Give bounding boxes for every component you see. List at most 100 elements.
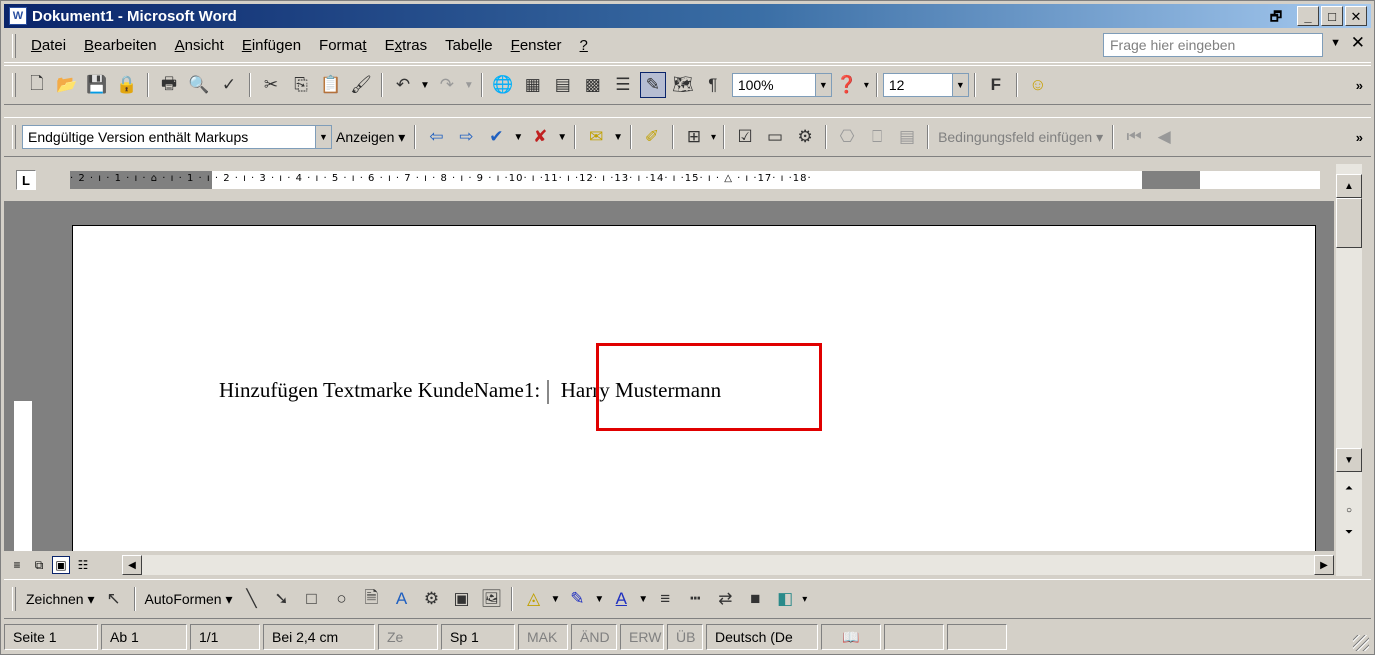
header-footer-icon[interactable]: ⎔ (834, 124, 860, 150)
close-button[interactable]: ✕ (1345, 6, 1367, 26)
new-document-icon[interactable]: 🗋 (24, 72, 50, 98)
help-search-input[interactable]: Frage hier eingeben (1103, 33, 1323, 57)
menu-format[interactable]: Format (310, 37, 376, 54)
font-color-icon[interactable]: A (608, 586, 634, 612)
arrow-style-icon[interactable]: ⇄ (712, 586, 738, 612)
document-close-icon[interactable]: ✕ (1351, 33, 1365, 53)
diagram-icon[interactable]: ⚙ (418, 586, 444, 612)
autoshapes-button[interactable]: AutoFormen ▾ (145, 591, 233, 608)
next-page-icon[interactable]: ⏷ (1336, 520, 1362, 544)
undo-icon[interactable]: ↶ (390, 72, 416, 98)
toolbar-overflow-icon[interactable]: » (1356, 78, 1363, 93)
more-icon[interactable]: ▾ (711, 132, 716, 143)
open-folder-icon[interactable]: 📂 (54, 72, 80, 98)
dash-style-icon[interactable]: ┅ (682, 586, 708, 612)
smiley-icon[interactable]: ☺ (1025, 72, 1051, 98)
oval-icon[interactable]: ○ (328, 586, 354, 612)
insert-field-icon[interactable]: ⎕ (864, 124, 890, 150)
scroll-down-button[interactable]: ▼ (1336, 448, 1362, 472)
scroll-left-button[interactable]: ◀ (122, 555, 142, 575)
arrow-icon[interactable]: ➘ (268, 586, 294, 612)
doc-restore-button[interactable]: 🗗 (1265, 6, 1287, 26)
font-color-dropdown-icon[interactable]: ▼ (638, 594, 648, 605)
menu-fenster[interactable]: Fenster (502, 37, 571, 54)
toolbar-grip[interactable] (12, 587, 16, 611)
status-language[interactable]: Deutsch (De (706, 624, 818, 650)
print-preview-icon[interactable]: 🔍 (186, 72, 212, 98)
drawing-icon[interactable]: ✎ (639, 72, 666, 98)
previous-page-icon[interactable]: ⏶ (1336, 476, 1362, 500)
menu-ansicht[interactable]: Ansicht (166, 37, 233, 54)
reject-dropdown-icon[interactable]: ▼ (557, 132, 567, 143)
menu-einfuegen[interactable]: Einfügen (233, 37, 310, 54)
scroll-right-button[interactable]: ▶ (1314, 555, 1334, 575)
font-size-select[interactable]: 12 ▼ (882, 73, 969, 97)
reviewing-pane-icon[interactable]: ⊞ (681, 124, 707, 150)
paste-icon[interactable]: 📋 (318, 72, 344, 98)
previous-record-icon[interactable]: ◀ (1151, 124, 1177, 150)
display-for-review-select[interactable]: Endgültige Version enthält Markups ▼ (22, 125, 332, 149)
zoom-select[interactable]: 100% ▼ (731, 73, 832, 97)
3d-icon[interactable]: ◧ (772, 586, 798, 612)
menu-datei[interactable]: Datei (22, 37, 75, 54)
show-menu-button[interactable]: Anzeigen ▾ (336, 129, 405, 146)
cut-icon[interactable]: ✂ (258, 72, 284, 98)
insert-excel-icon[interactable]: ▩ (580, 72, 606, 98)
select-objects-icon[interactable]: ↖ (101, 586, 127, 612)
select-browse-object-icon[interactable]: ○ (1336, 498, 1362, 522)
document-map-icon[interactable]: 🗺 (670, 72, 696, 98)
insert-comment-icon[interactable]: ✉ (583, 124, 609, 150)
shadow-icon[interactable]: ■ (742, 586, 768, 612)
accept-dropdown-icon[interactable]: ▼ (513, 132, 523, 143)
format-painter-icon[interactable]: 🖌 (348, 72, 374, 98)
scroll-thumb[interactable] (1336, 198, 1362, 248)
chevron-down-icon[interactable]: ▼ (315, 126, 331, 148)
menu-extras[interactable]: Extras (376, 37, 437, 54)
line-style-icon[interactable]: ≡ (652, 586, 678, 612)
line-icon[interactable]: ╲ (238, 586, 264, 612)
form-field-icon[interactable]: ☑ (732, 124, 758, 150)
help-icon[interactable]: ❓ (834, 72, 860, 98)
toolbar-overflow-icon[interactable]: » (1356, 130, 1363, 145)
insert-conditional-field-button[interactable]: Bedingungsfeld einfügen ▾ (938, 129, 1103, 146)
line-color-icon[interactable]: ✎ (564, 586, 590, 612)
maximize-button[interactable]: □ (1321, 6, 1343, 26)
outline-view-icon[interactable]: ☷ (74, 556, 92, 574)
comment-dropdown-icon[interactable]: ▼ (613, 132, 623, 143)
menu-bearbeiten[interactable]: Bearbeiten (75, 37, 166, 54)
draw-menu-button[interactable]: Zeichnen ▾ (26, 591, 95, 608)
status-macro-recorder[interactable]: MAK (518, 624, 568, 650)
bold-button[interactable]: F (983, 72, 1009, 98)
vertical-ruler[interactable] (14, 231, 32, 551)
chevron-down-icon[interactable]: ▼ (814, 74, 831, 96)
toolbar-grip[interactable] (12, 33, 16, 58)
minimize-button[interactable]: _ (1297, 6, 1319, 26)
undo-dropdown-icon[interactable]: ▼ (420, 80, 430, 91)
redo-icon[interactable]: ↷ (434, 72, 460, 98)
text-box-icon[interactable]: 🗎 (358, 586, 384, 612)
columns-icon[interactable]: ☰ (610, 72, 636, 98)
status-track-changes[interactable]: ÄND (571, 624, 617, 650)
word-app-icon[interactable]: W (9, 7, 27, 25)
wordart-icon[interactable]: A (388, 586, 414, 612)
fill-dropdown-icon[interactable]: ▼ (550, 594, 560, 605)
copy-icon[interactable]: ⎘ (288, 72, 314, 98)
permission-icon[interactable]: 🔒 (114, 72, 140, 98)
more-icon[interactable]: ▾ (802, 594, 807, 605)
resize-grip-icon[interactable] (1353, 635, 1369, 651)
more-icon[interactable]: ▾ (864, 80, 869, 91)
save-icon[interactable]: 💾 (84, 72, 110, 98)
tab-selector[interactable]: L (16, 170, 36, 190)
chevron-down-icon[interactable]: ▼ (951, 74, 968, 96)
print-icon[interactable]: 🖶 (156, 72, 182, 98)
tables-borders-icon[interactable]: ▦ (520, 72, 546, 98)
show-formatting-icon[interactable]: ¶ (700, 72, 726, 98)
form-shading-icon[interactable]: ▭ (762, 124, 788, 150)
first-record-icon[interactable]: ⏮ (1121, 124, 1147, 150)
normal-view-icon[interactable]: ≡ (8, 556, 26, 574)
horizontal-scrollbar[interactable]: ◀ ▶ (122, 555, 1334, 575)
spellcheck-icon[interactable]: ✓ (216, 72, 242, 98)
toolbar-grip[interactable] (12, 73, 16, 97)
form-properties-icon[interactable]: ⚙ (792, 124, 818, 150)
next-change-icon[interactable]: ⇨ (453, 124, 479, 150)
